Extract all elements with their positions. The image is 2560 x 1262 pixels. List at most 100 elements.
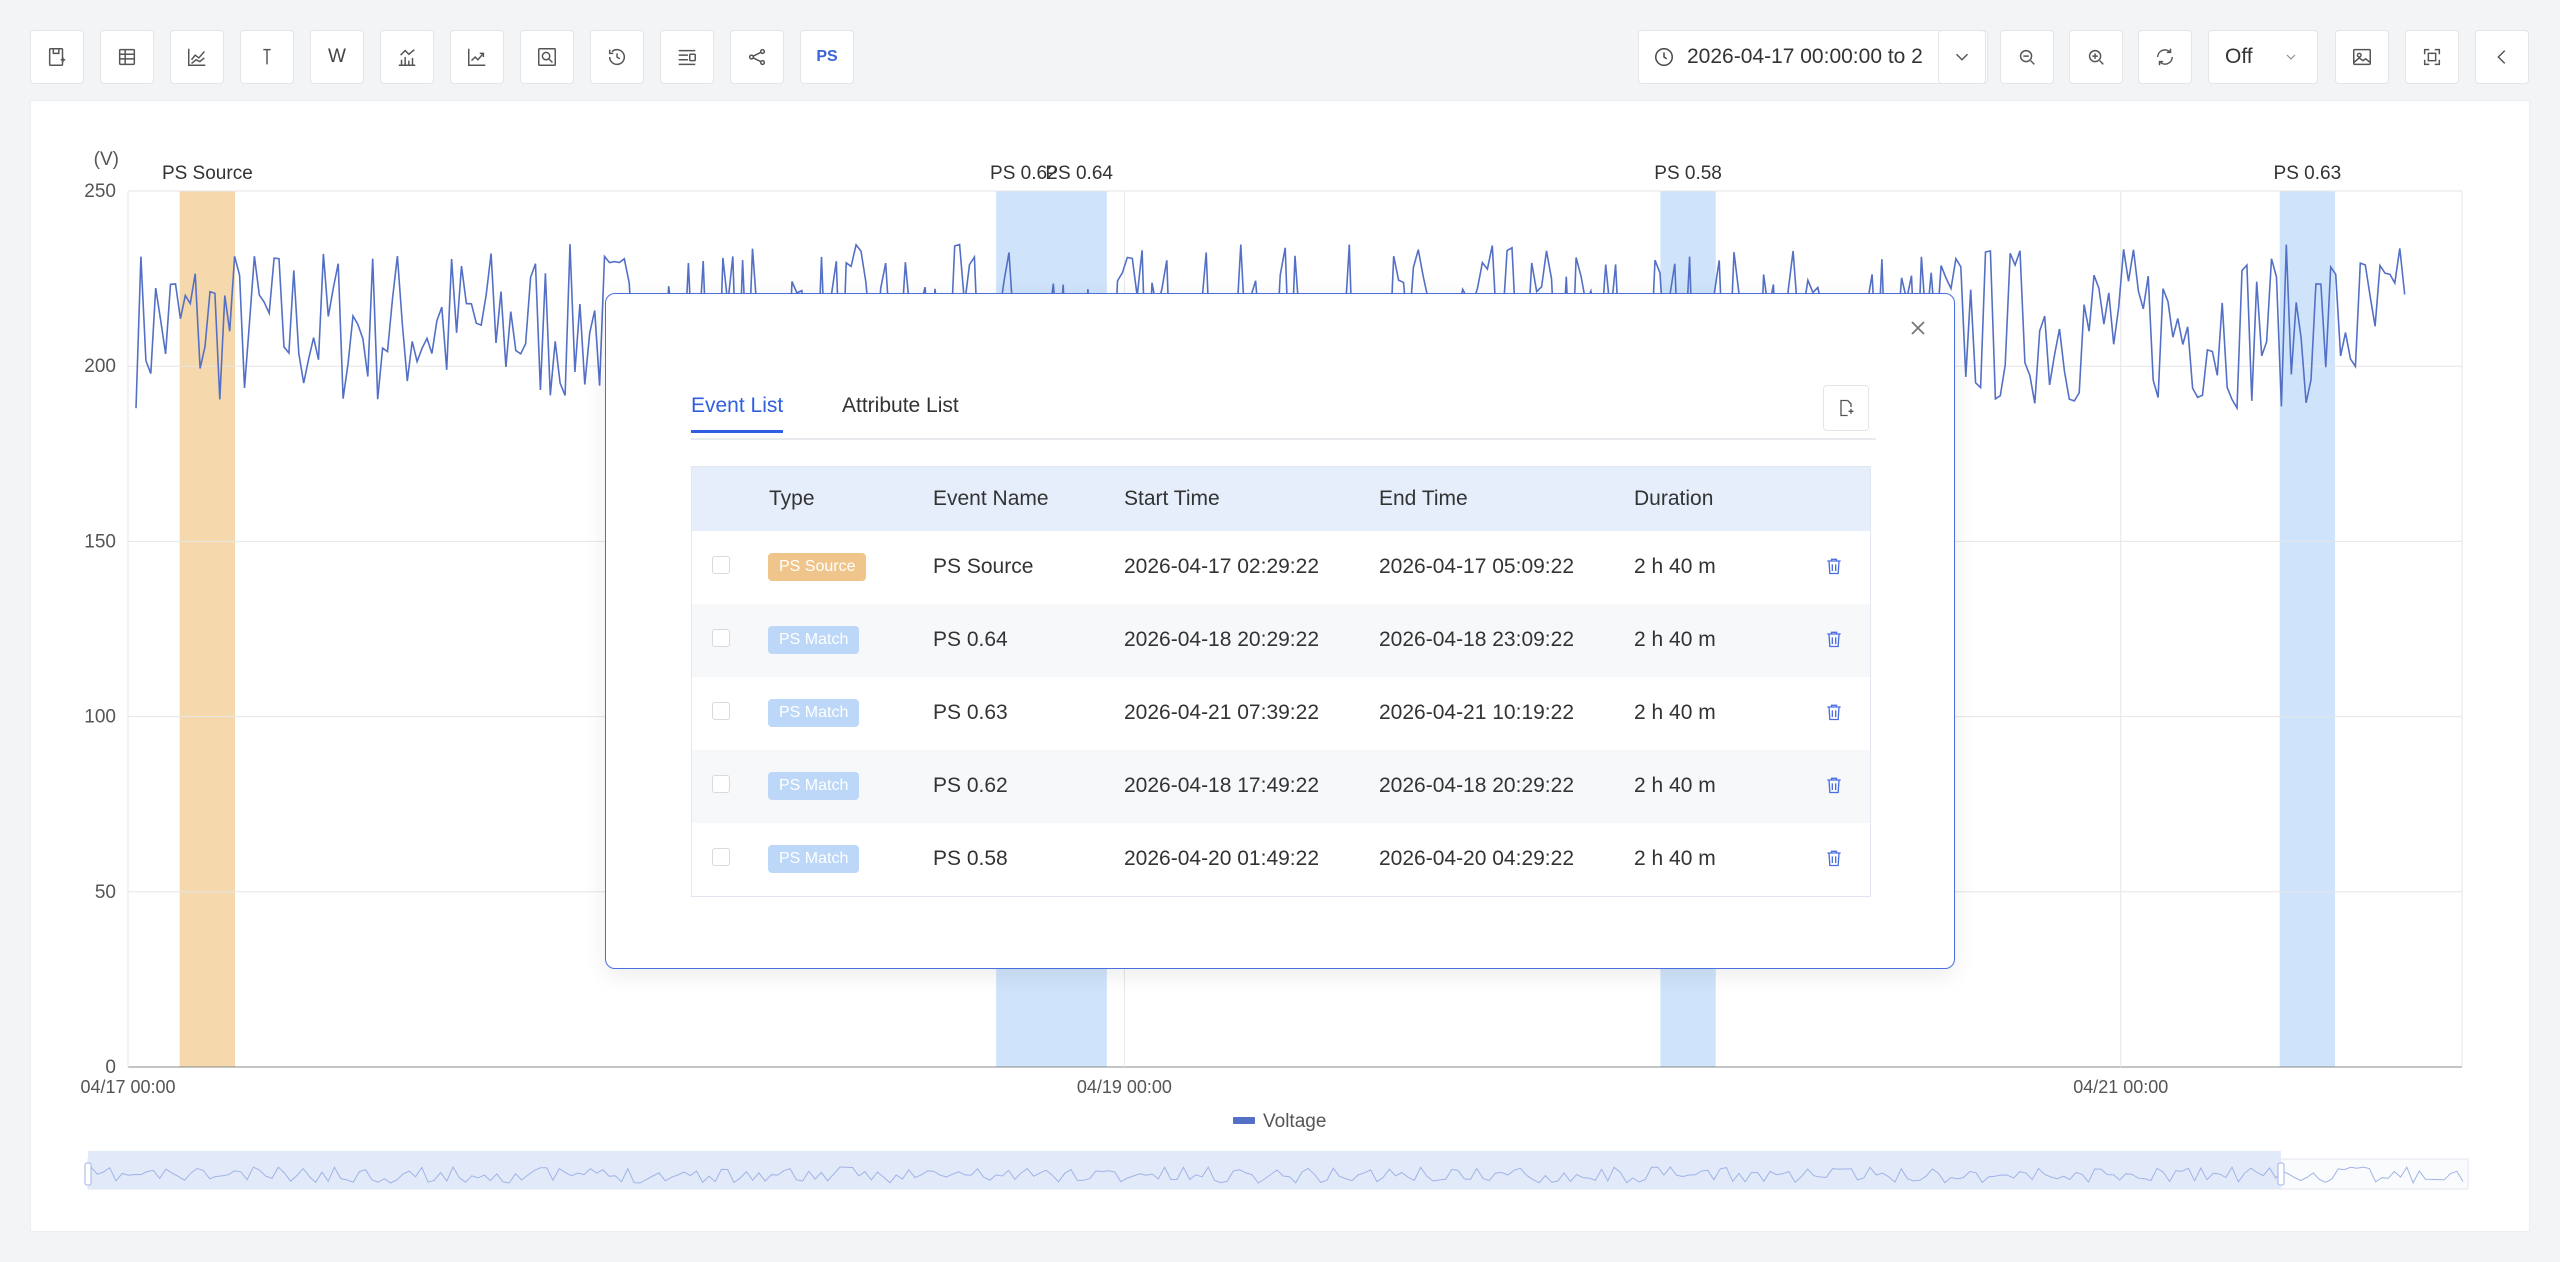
- tab-attribute-list[interactable]: Attribute List: [842, 394, 959, 430]
- x-tick-label: 04/21 00:00: [2073, 1077, 2168, 1097]
- collapse-button[interactable]: [2475, 30, 2529, 84]
- zoom-in-icon: [2088, 49, 2104, 65]
- refresh-button[interactable]: [2138, 30, 2192, 84]
- w-button[interactable]: W: [310, 30, 364, 84]
- end-time: 2026-04-18 23:09:22: [1379, 628, 1574, 651]
- type-tag: PS Match: [768, 626, 860, 654]
- trend-chart-icon: [468, 48, 486, 66]
- zoom-handle-left[interactable]: [84, 1162, 92, 1186]
- row-checkbox[interactable]: [712, 775, 730, 793]
- zoom-out-icon: [2019, 49, 2035, 65]
- bar-line-chart-icon: [398, 49, 416, 66]
- zoom-box-button[interactable]: [520, 30, 574, 84]
- end-time: 2026-04-21 10:19:22: [1379, 701, 1574, 724]
- zoom-out-button[interactable]: [2000, 30, 2054, 84]
- row-checkbox[interactable]: [712, 702, 730, 720]
- cursor-button[interactable]: [240, 30, 294, 84]
- table-row[interactable]: PS Match PS 0.63 2026-04-21 07:39:22 202…: [692, 677, 1870, 750]
- w-text-icon: W: [328, 46, 346, 67]
- history-button[interactable]: [590, 30, 644, 84]
- start-time: 2026-04-18 17:49:22: [1124, 774, 1319, 797]
- start-time: 2026-04-20 01:49:22: [1124, 847, 1319, 870]
- list-settings-button[interactable]: [660, 30, 714, 84]
- x-tick-label: 04/17 00:00: [80, 1077, 175, 1097]
- type-tag: PS Match: [768, 699, 860, 727]
- event-table: Type Event Name Start Time End Time Dura…: [691, 466, 1871, 897]
- chevron-down-icon: [1955, 53, 1969, 61]
- trend-chart-button[interactable]: [450, 30, 504, 84]
- zoom-handle-right[interactable]: [2277, 1162, 2285, 1186]
- auto-refresh-select[interactable]: Off: [2208, 30, 2318, 84]
- legend-swatch: [1233, 1117, 1255, 1124]
- save-button[interactable]: [30, 30, 84, 84]
- refresh-icon: [2156, 48, 2174, 66]
- trash-icon: [1827, 631, 1841, 648]
- cursor-t-icon: [263, 48, 271, 65]
- table-header: Type Event Name Start Time End Time Dura…: [692, 467, 1870, 531]
- trash-icon: [1827, 704, 1841, 721]
- date-range-picker[interactable]: 2026-04-17 00:00:00 to 2: [1638, 30, 1988, 84]
- zoom-in-button[interactable]: [2069, 30, 2123, 84]
- start-time: 2026-04-18 20:29:22: [1124, 628, 1319, 651]
- delete-button[interactable]: [1824, 629, 1846, 651]
- start-time: 2026-04-21 07:39:22: [1124, 701, 1319, 724]
- row-checkbox[interactable]: [712, 848, 730, 866]
- y-tick-label: 200: [84, 356, 116, 377]
- duration: 2 h 40 m: [1634, 847, 1716, 870]
- type-tag: PS Match: [768, 772, 860, 800]
- event-name: PS 0.63: [933, 701, 1008, 724]
- event-name: PS Source: [933, 555, 1034, 578]
- table-row[interactable]: PS Match PS 0.64 2026-04-18 20:29:22 202…: [692, 604, 1870, 677]
- end-time: 2026-04-20 04:29:22: [1379, 847, 1574, 870]
- share-button[interactable]: [730, 30, 784, 84]
- share-icon: [748, 48, 766, 66]
- trash-icon: [1827, 777, 1841, 794]
- event-name: PS 0.62: [933, 774, 1008, 797]
- event-band-label: PS 0.63: [2274, 163, 2342, 184]
- event-list-dialog: Event List Attribute List Type Event Nam…: [605, 293, 1955, 969]
- x-tick-label: 04/19 00:00: [1077, 1077, 1172, 1097]
- bar-line-chart-button[interactable]: [380, 30, 434, 84]
- close-button[interactable]: [1906, 316, 1930, 340]
- history-icon: [608, 49, 626, 66]
- y-tick-label: 250: [84, 181, 116, 202]
- ps-icon: PS: [816, 48, 838, 65]
- table-icon: [118, 48, 136, 66]
- y-tick-label: 150: [84, 531, 116, 552]
- duration: 2 h 40 m: [1634, 555, 1716, 578]
- table-row[interactable]: PS Match PS 0.62 2026-04-18 17:49:22 202…: [692, 750, 1870, 823]
- row-checkbox[interactable]: [712, 629, 730, 647]
- trash-icon: [1827, 558, 1841, 575]
- delete-button[interactable]: [1824, 848, 1846, 870]
- delete-button[interactable]: [1824, 556, 1846, 578]
- ps-button[interactable]: PS: [800, 30, 854, 84]
- column-duration: Duration: [1634, 487, 1714, 510]
- y-tick-label: 100: [84, 707, 116, 728]
- type-tag: PS Match: [768, 845, 860, 873]
- table-row[interactable]: PS Source PS Source 2026-04-17 02:29:22 …: [692, 531, 1870, 604]
- tab-event-list[interactable]: Event List: [691, 394, 784, 433]
- close-icon: [1911, 321, 1925, 335]
- fullscreen-button[interactable]: [2405, 30, 2459, 84]
- delete-button[interactable]: [1824, 775, 1846, 797]
- y-tick-label: 0: [105, 1057, 116, 1078]
- y-axis-unit: (V): [94, 149, 119, 170]
- end-time: 2026-04-18 20:29:22: [1379, 774, 1574, 797]
- date-range-dropdown-button[interactable]: [1938, 30, 1986, 84]
- auto-refresh-value: Off: [2225, 45, 2253, 68]
- event-band: [2279, 191, 2336, 1067]
- column-type: Type: [769, 487, 815, 510]
- export-events-button[interactable]: [1823, 385, 1869, 431]
- start-time: 2026-04-17 02:29:22: [1124, 555, 1319, 578]
- trash-icon: [1827, 850, 1841, 867]
- table-view-button[interactable]: [100, 30, 154, 84]
- date-range-text: 2026-04-17 00:00:00 to 2: [1687, 45, 1923, 68]
- delete-button[interactable]: [1824, 702, 1846, 724]
- clock-icon: [1655, 48, 1673, 66]
- line-chart-button[interactable]: [170, 30, 224, 84]
- line-chart-icon: [188, 48, 206, 66]
- column-start-time: Start Time: [1124, 487, 1220, 510]
- row-checkbox[interactable]: [712, 556, 730, 574]
- table-row[interactable]: PS Match PS 0.58 2026-04-20 01:49:22 202…: [692, 823, 1870, 896]
- image-export-button[interactable]: [2335, 30, 2389, 84]
